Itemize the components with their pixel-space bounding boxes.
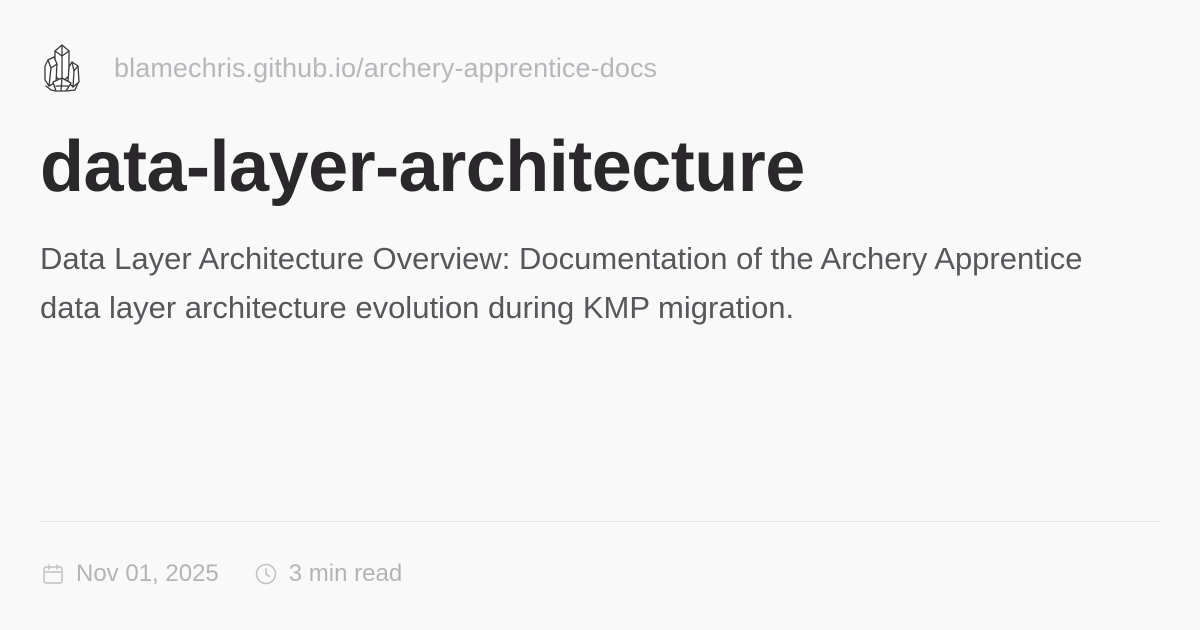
meta-row: Nov 01, 2025 3 min read xyxy=(40,556,402,592)
read-time-text: 3 min read xyxy=(288,560,403,587)
site-url[interactable]: blamechris.github.io/archery-apprentice-… xyxy=(114,53,657,84)
read-time: 3 min read xyxy=(253,560,402,588)
page-title: data-layer-architecture xyxy=(40,127,805,207)
divider xyxy=(40,521,1160,522)
publish-date: Nov 01, 2025 xyxy=(40,560,219,588)
site-header: blamechris.github.io/archery-apprentice-… xyxy=(42,40,657,96)
publish-date-text: Nov 01, 2025 xyxy=(76,560,219,587)
social-preview-card: blamechris.github.io/archery-apprentice-… xyxy=(0,0,1200,630)
calendar-icon xyxy=(40,561,66,587)
page-description: Data Layer Architecture Overview: Docume… xyxy=(40,241,1083,325)
clock-icon xyxy=(253,561,279,587)
crystal-cluster-icon xyxy=(42,40,94,96)
